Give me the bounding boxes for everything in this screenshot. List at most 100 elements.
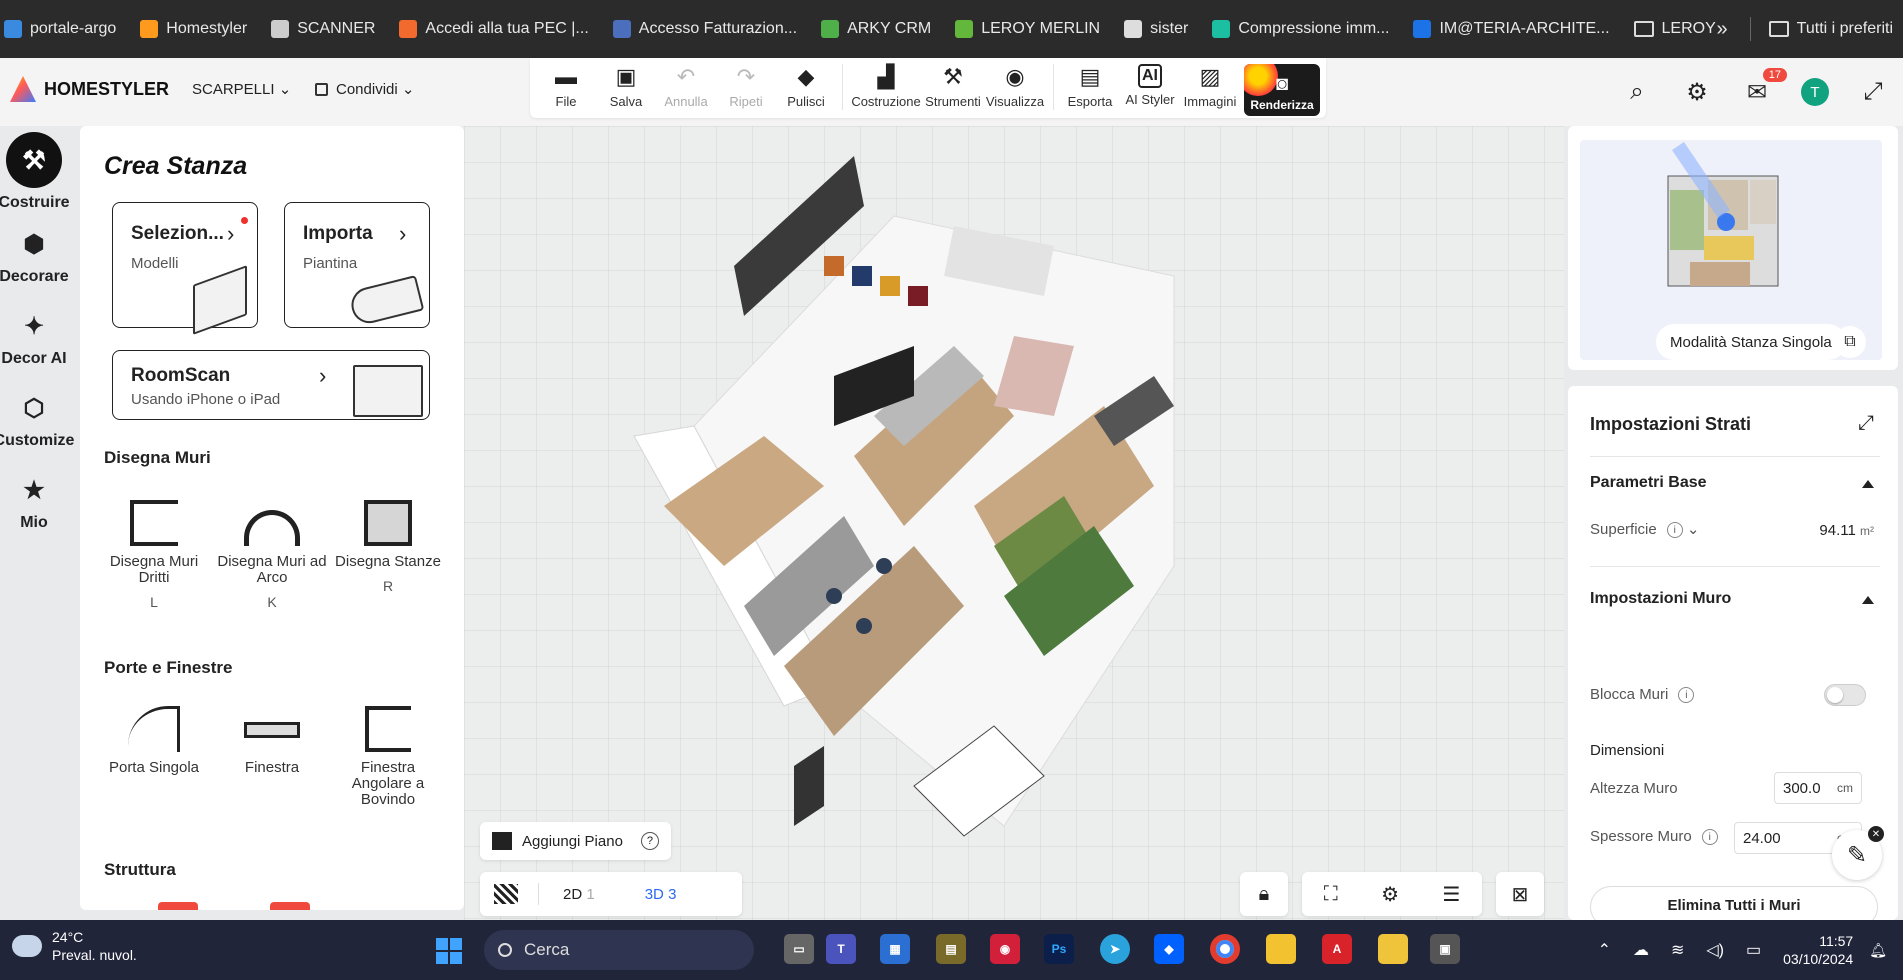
single-room-mode-button[interactable]: Modalità Stanza Singola [1656,324,1846,360]
photoshop-icon[interactable]: Ps [1044,934,1074,964]
draw-straight-walls-tool[interactable]: Disegna Muri Dritti L [96,500,212,610]
avatar[interactable]: T [1801,78,1829,106]
rail-item-costruire[interactable]: ⚒ Costruire [0,132,70,212]
project-name-dropdown[interactable]: SCARPELLI ⌄ [192,80,291,98]
save-button[interactable]: ▣ Salva [596,64,656,109]
autocad-icon[interactable]: A [1322,934,1352,964]
telegram-icon[interactable]: ➤ [1100,934,1130,964]
teams-icon[interactable]: T [826,934,856,964]
single-door-tool[interactable]: Porta Singola [96,706,212,776]
wall-height-input[interactable]: 300.0 cm [1774,772,1862,804]
build-menu-button[interactable]: ▟ Costruzione [849,64,923,109]
camera-settings-icon[interactable]: ⚙ [1381,882,1399,907]
file-menu-button[interactable]: ▬ File [536,64,596,109]
wifi-icon[interactable]: ≋ [1671,940,1684,960]
view-3d-button[interactable]: 3D 3 [645,886,677,903]
draw-arc-walls-tool[interactable]: Disegna Muri ad Arco K [214,500,330,610]
search-plan-icon[interactable]: ⌕ [1621,76,1653,108]
feedback-button[interactable]: ✎ ✕ [1832,826,1884,880]
bookmark-item[interactable]: sister [1124,20,1188,38]
share-dropdown[interactable]: Condividi ⌄ [315,80,414,98]
draw-rooms-tool[interactable]: Disegna Stanze R [330,500,446,594]
homestyler-logo[interactable]: HOMESTYLER [10,76,169,102]
delete-all-walls-button[interactable]: Elimina Tutti i Muri [1590,886,1878,920]
bookmark-item[interactable]: SCANNER [271,20,375,38]
notification-bell-icon[interactable]: 🔔︎ [1869,942,1887,959]
view-menu-button[interactable]: ◉ Visualizza [983,64,1047,109]
windows-start-icon[interactable] [436,938,462,964]
copy-icon[interactable]: ⧉ [1834,326,1866,358]
volume-icon[interactable]: ◁) [1706,940,1724,960]
fullscreen-icon[interactable]: ⤢ [1857,76,1889,108]
window-tool[interactable]: Finestra [214,706,330,776]
import-floorplan-card[interactable]: Importa Piantina › [284,202,430,328]
select-models-card[interactable]: Selezion... Modelli › [112,202,258,335]
chrome-icon[interactable] [1210,934,1240,964]
view-2d-button[interactable]: 2D 1 [563,886,595,903]
rail-item-decor-ai[interactable]: ✦ Decor AI [0,308,68,368]
close-icon[interactable]: ✕ [1868,826,1884,842]
app-icon[interactable]: ▣ [1430,934,1460,964]
undo-button[interactable]: ↶ Annulla [656,64,716,109]
bookmark-item[interactable]: IM@TERIA-ARCHITE... [1413,20,1610,38]
render-button[interactable]: ◙ Renderizza [1244,64,1320,116]
roomscan-subtitle: Usando iPhone o iPad [131,391,281,408]
3d-viewport[interactable]: Aggiungi Piano ? 2D 1 3D 3 🔒︎ ⛶ ⚙ ☰ ⊠ [464,126,1564,920]
camera-add-icon[interactable]: ⛶ [1324,883,1338,906]
clear-button[interactable]: ◆ Pulisci [776,64,836,109]
info-icon[interactable]: i [1678,687,1695,704]
chevron-up-icon[interactable]: ⌃ [1598,940,1611,960]
collapse-icon[interactable] [1862,596,1874,604]
rail-item-decorare[interactable]: ⬢ Decorare [0,226,69,286]
onedrive-icon[interactable]: ☁ [1633,940,1649,960]
ai-styler-button[interactable]: AI AI Styler [1120,64,1180,107]
rail-item-customize[interactable]: ⬡ Customize [0,390,74,450]
bookmark-item[interactable]: LEROY MERLIN [955,20,1100,38]
hatch-toggle-icon[interactable] [494,884,518,904]
collapse-icon[interactable] [1862,480,1874,488]
minimap[interactable]: Modalità Stanza Singola ⧉ [1580,140,1882,360]
export-menu-button[interactable]: ▤ Esporta [1060,64,1120,109]
bookmark-item[interactable]: Accesso Fatturazion... [612,20,797,38]
store-icon[interactable]: ▦ [880,934,910,964]
expand-icon[interactable]: ⤢ [1858,412,1874,435]
info-icon[interactable]: i [1666,522,1683,539]
bookmark-item[interactable]: ARKY CRM [821,20,931,38]
bookmark-item[interactable]: Compressione imm... [1212,20,1389,38]
clock[interactable]: 11:57 03/10/2024 [1783,932,1853,968]
images-button[interactable]: ▨ Immagini [1180,64,1240,109]
close-view-button[interactable]: ⊠ [1496,872,1544,916]
wall-settings-header[interactable]: Impostazioni Muro [1590,590,1731,608]
camera-list-icon[interactable]: ☰ [1442,882,1460,907]
gear-icon[interactable]: ⚙ [1681,76,1713,108]
bay-window-tool[interactable]: Finestra Angolare a Bovindo [330,706,446,808]
all-bookmarks-link[interactable]: Tutti i preferiti [1797,20,1893,38]
bookmark-item[interactable]: Homestyler [140,20,247,38]
lock-view-button[interactable]: 🔒︎ [1240,872,1288,916]
app-icon[interactable]: ▤ [936,934,966,964]
share-label: Condividi [336,80,398,98]
lock-walls-toggle[interactable] [1824,684,1866,706]
tools-menu-button[interactable]: ⚒ Strumenti [923,64,983,109]
mail-icon[interactable]: ✉ 17 [1741,68,1787,108]
weather-widget[interactable]: 24°C Preval. nuvol. [8,928,137,964]
taskbar-search[interactable]: Cerca [484,930,754,970]
bookmark-item[interactable]: portale-argo [4,20,116,38]
notes-icon[interactable] [1378,934,1408,964]
app-icon[interactable]: ◉ [990,934,1020,964]
battery-icon[interactable]: ▭ [1746,940,1761,960]
info-icon[interactable]: i [1701,829,1718,846]
more-bookmarks-button[interactable]: » [1717,18,1728,41]
redo-button[interactable]: ↷ Ripeti [716,64,776,109]
help-icon[interactable]: ? [640,832,659,850]
chevron-down-icon[interactable]: ⌄ [1683,521,1700,538]
rail-item-mio[interactable]: ★ Mio [0,472,68,532]
base-params-header[interactable]: Parametri Base [1590,474,1707,492]
bookmark-item[interactable]: Accedi alla tua PEC |... [399,20,589,38]
roomscan-card[interactable]: RoomScan Usando iPhone o iPad › [112,350,430,420]
bookmark-item[interactable]: LEROY [1633,20,1716,38]
task-view-icon[interactable]: ▭ [784,934,814,964]
add-floor-button[interactable]: Aggiungi Piano ? [480,822,671,860]
dropbox-icon[interactable]: ◆ [1154,934,1184,964]
file-explorer-icon[interactable] [1266,934,1296,964]
